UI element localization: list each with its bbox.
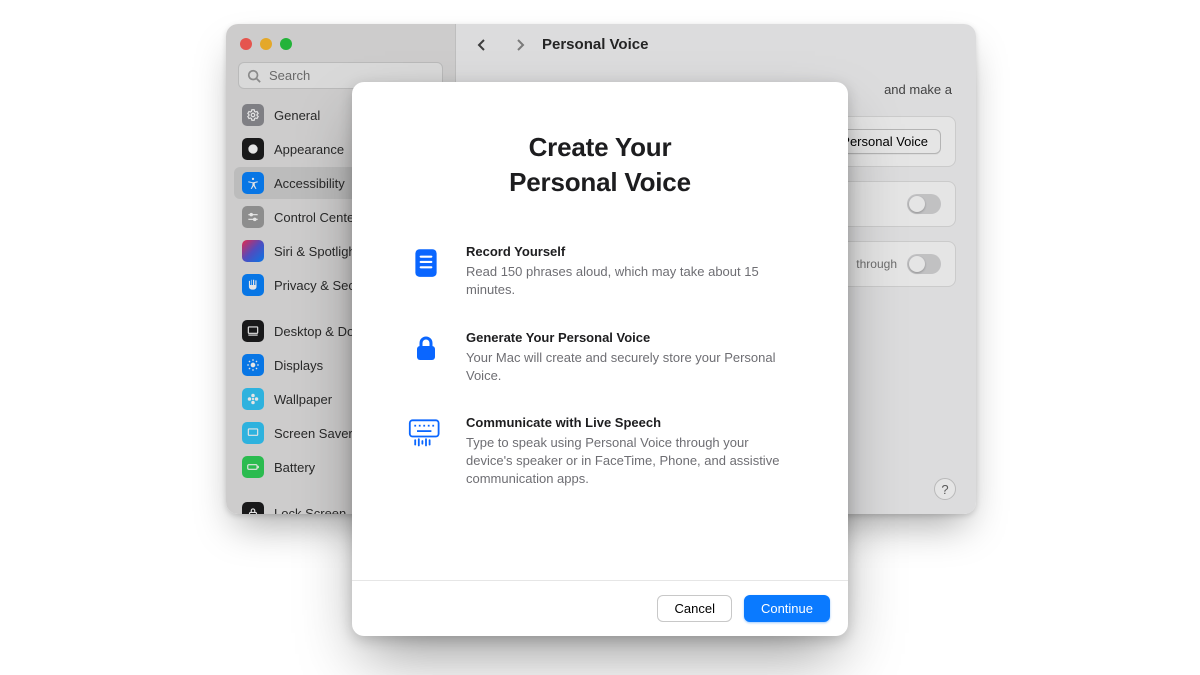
hand-icon: [242, 274, 264, 296]
keyboard-speech-icon: [406, 415, 446, 489]
zoom-window[interactable]: [280, 38, 292, 50]
sidebar-item-label: Battery: [274, 460, 315, 475]
toolbar: Personal Voice: [456, 24, 976, 61]
gear-icon: [242, 104, 264, 126]
sidebar-item-label: General: [274, 108, 320, 123]
feature-desc: Read 150 phrases aloud, which may take a…: [466, 263, 794, 299]
feature-live-speech: Communicate with Live Speech Type to spe…: [406, 415, 794, 489]
close-window[interactable]: [240, 38, 252, 50]
minimize-window[interactable]: [260, 38, 272, 50]
feature-generate: Generate Your Personal Voice Your Mac wi…: [406, 330, 794, 385]
sidebar-item-label: Siri & Spotlight: [274, 244, 359, 259]
feature-title: Communicate with Live Speech: [466, 415, 794, 430]
accessibility-icon: [242, 172, 264, 194]
feature-desc: Type to speak using Personal Voice throu…: [466, 434, 794, 489]
appearance-icon: [242, 138, 264, 160]
sidebar-item-label: Screen Saver: [274, 426, 353, 441]
document-lines-icon: [406, 244, 446, 299]
help-button[interactable]: ?: [934, 478, 956, 500]
sheet-footer: Cancel Continue: [352, 580, 848, 636]
sliders-icon: [242, 206, 264, 228]
sun-icon: [242, 354, 264, 376]
toggle-switch[interactable]: [907, 254, 941, 274]
dock-icon: [242, 320, 264, 342]
back-icon[interactable]: [474, 37, 490, 53]
sidebar-item-label: Appearance: [274, 142, 344, 157]
feature-title: Record Yourself: [466, 244, 794, 259]
lock-icon: [406, 330, 446, 385]
feature-desc: Your Mac will create and securely store …: [466, 349, 794, 385]
window-controls: [226, 24, 455, 58]
feature-title: Generate Your Personal Voice: [466, 330, 794, 345]
screensaver-icon: [242, 422, 264, 444]
sidebar-item-label: Lock Screen: [274, 506, 346, 514]
siri-icon: [242, 240, 264, 262]
flower-icon: [242, 388, 264, 410]
sheet-title: Create Your Personal Voice: [406, 130, 794, 200]
continue-button[interactable]: Continue: [744, 595, 830, 622]
search-icon: [247, 69, 261, 83]
lock-icon: [242, 502, 264, 514]
nav-arrows: [474, 37, 528, 53]
forward-icon[interactable]: [512, 37, 528, 53]
create-personal-voice-sheet: Create Your Personal Voice Record Yourse…: [352, 82, 848, 636]
sidebar-item-label: Wallpaper: [274, 392, 332, 407]
sidebar-item-label: Accessibility: [274, 176, 345, 191]
sidebar-item-label: Control Center: [274, 210, 359, 225]
toggle-switch[interactable]: [907, 194, 941, 214]
page-title: Personal Voice: [542, 36, 648, 53]
feature-record: Record Yourself Read 150 phrases aloud, …: [406, 244, 794, 299]
sidebar-item-label: Displays: [274, 358, 323, 373]
battery-icon: [242, 456, 264, 478]
cancel-button[interactable]: Cancel: [657, 595, 731, 622]
